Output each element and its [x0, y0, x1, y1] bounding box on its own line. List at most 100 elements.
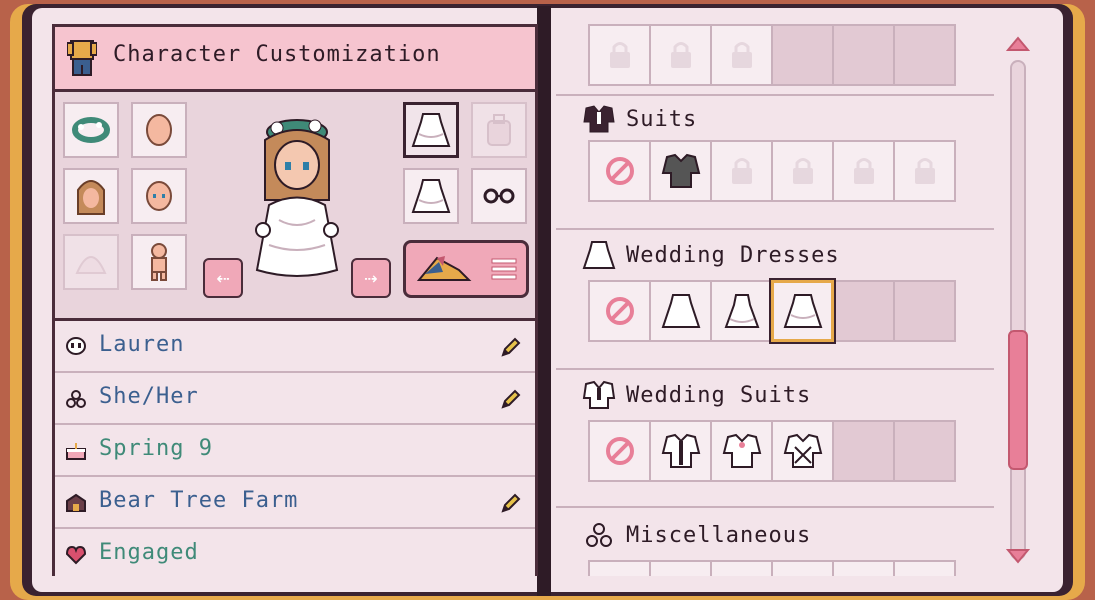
dress-item[interactable] [649, 280, 712, 342]
pronouns-row: She/Her [55, 373, 535, 425]
scroll-up-arrow-icon[interactable] [1006, 34, 1030, 52]
body-slot[interactable] [131, 234, 187, 290]
suit-item[interactable] [710, 420, 773, 482]
player-name: Lauren [99, 332, 185, 357]
hat-slot[interactable] [63, 234, 119, 290]
cake-icon [65, 440, 87, 462]
section-suits: Suits [556, 94, 994, 230]
misc-item[interactable] [649, 560, 712, 576]
backpack-slot-locked[interactable] [471, 102, 527, 158]
hair-accessory-slot[interactable] [63, 102, 119, 158]
suit-item[interactable] [771, 420, 834, 482]
section-header: Suits [582, 104, 697, 134]
page-title: Character Customization [113, 42, 441, 67]
avatar-editor: ⇠ ⇢ [55, 92, 535, 321]
scrollbar[interactable] [1004, 24, 1032, 576]
none-option[interactable] [588, 420, 651, 482]
lock-icon [670, 42, 691, 68]
wedding-dress-icon [724, 294, 759, 328]
dress-item[interactable] [710, 280, 773, 342]
locked-item[interactable] [710, 24, 773, 86]
misc-icon [582, 520, 616, 550]
no-icon [605, 157, 634, 185]
tuxedo-icon [722, 433, 761, 468]
section-header: Wedding Suits [582, 380, 811, 410]
accessory-slot[interactable] [471, 168, 527, 224]
misc-item[interactable] [832, 560, 895, 576]
face-slot[interactable] [131, 168, 187, 224]
wedding-dresses-grid [588, 278, 956, 344]
locked-item[interactable] [893, 140, 956, 202]
empty-item [832, 280, 895, 342]
misc-item[interactable] [771, 560, 834, 576]
pronouns-text: She/Her [99, 384, 199, 409]
edit-pencil-icon[interactable] [499, 491, 523, 515]
dress-icon [411, 179, 451, 213]
edit-pencil-icon[interactable] [499, 387, 523, 411]
relationship-status: Engaged [99, 540, 199, 565]
dress-slot[interactable] [403, 168, 459, 224]
arrow-right-icon: ⇢ [364, 265, 378, 291]
misc-item[interactable] [588, 560, 651, 576]
misc-item[interactable] [893, 560, 956, 576]
wedding-suits-grid [588, 420, 956, 482]
section-title: Suits [626, 106, 698, 132]
rotate-left-button[interactable]: ⇠ [203, 258, 243, 298]
wreath-icon [72, 117, 110, 143]
suit-icon [582, 380, 616, 410]
arrow-left-icon: ⇠ [216, 265, 230, 291]
lock-icon [853, 158, 874, 184]
tuxedo-icon [661, 433, 700, 468]
locked-item[interactable] [771, 140, 834, 202]
scroll-track[interactable] [1010, 60, 1026, 560]
gray-suit-icon [661, 153, 700, 188]
empty-item [893, 280, 956, 342]
wedding-dress-icon [661, 294, 700, 328]
empty-hat-icon [75, 256, 107, 274]
pronouns-icon [65, 388, 87, 410]
backpack-icon [487, 114, 511, 146]
scroll-down-arrow-icon[interactable] [1006, 548, 1030, 566]
previous-section-grid [588, 24, 956, 86]
wedding-dress-icon [783, 294, 822, 328]
section-title: Miscellaneous [626, 522, 812, 548]
empty-item [832, 420, 895, 482]
outfit-slot-selected[interactable] [403, 102, 459, 158]
body-icon [151, 243, 167, 281]
shirt-icon [67, 40, 97, 76]
misc-item[interactable] [710, 560, 773, 576]
scroll-thumb[interactable] [1008, 330, 1028, 470]
none-option[interactable] [588, 280, 651, 342]
section-header: Wedding Dresses [582, 240, 840, 270]
clothing-list: Suits Wedding Dresses Wedding Suits Misc… [556, 24, 994, 576]
dress-item-selected[interactable] [769, 278, 836, 344]
head-slot[interactable] [131, 102, 187, 158]
empty-item [771, 24, 834, 86]
wardrobe-button[interactable] [403, 240, 529, 298]
rotate-right-button[interactable]: ⇢ [351, 258, 391, 298]
hairstyle-slot[interactable] [63, 168, 119, 224]
book-spine [537, 6, 551, 596]
locked-item[interactable] [710, 140, 773, 202]
section-title: Wedding Suits [626, 382, 812, 408]
locked-item[interactable] [832, 140, 895, 202]
hat-icon [416, 256, 471, 281]
glasses-icon [483, 188, 515, 204]
none-option[interactable] [588, 140, 651, 202]
empty-item [893, 420, 956, 482]
edit-pencil-icon[interactable] [499, 335, 523, 359]
hair-icon [77, 180, 105, 215]
section-header: Miscellaneous [582, 520, 811, 550]
locked-item[interactable] [649, 24, 712, 86]
dress-icon [411, 113, 451, 147]
birthday-text: Spring 9 [99, 436, 213, 461]
person-icon [65, 336, 87, 358]
name-row: Lauren [55, 321, 535, 373]
dress-icon [582, 240, 616, 270]
section-miscellaneous: Miscellaneous [556, 508, 994, 576]
suits-grid [588, 140, 956, 202]
character-preview [255, 119, 339, 277]
suit-item[interactable] [649, 140, 712, 202]
locked-item[interactable] [588, 24, 651, 86]
suit-item[interactable] [649, 420, 712, 482]
